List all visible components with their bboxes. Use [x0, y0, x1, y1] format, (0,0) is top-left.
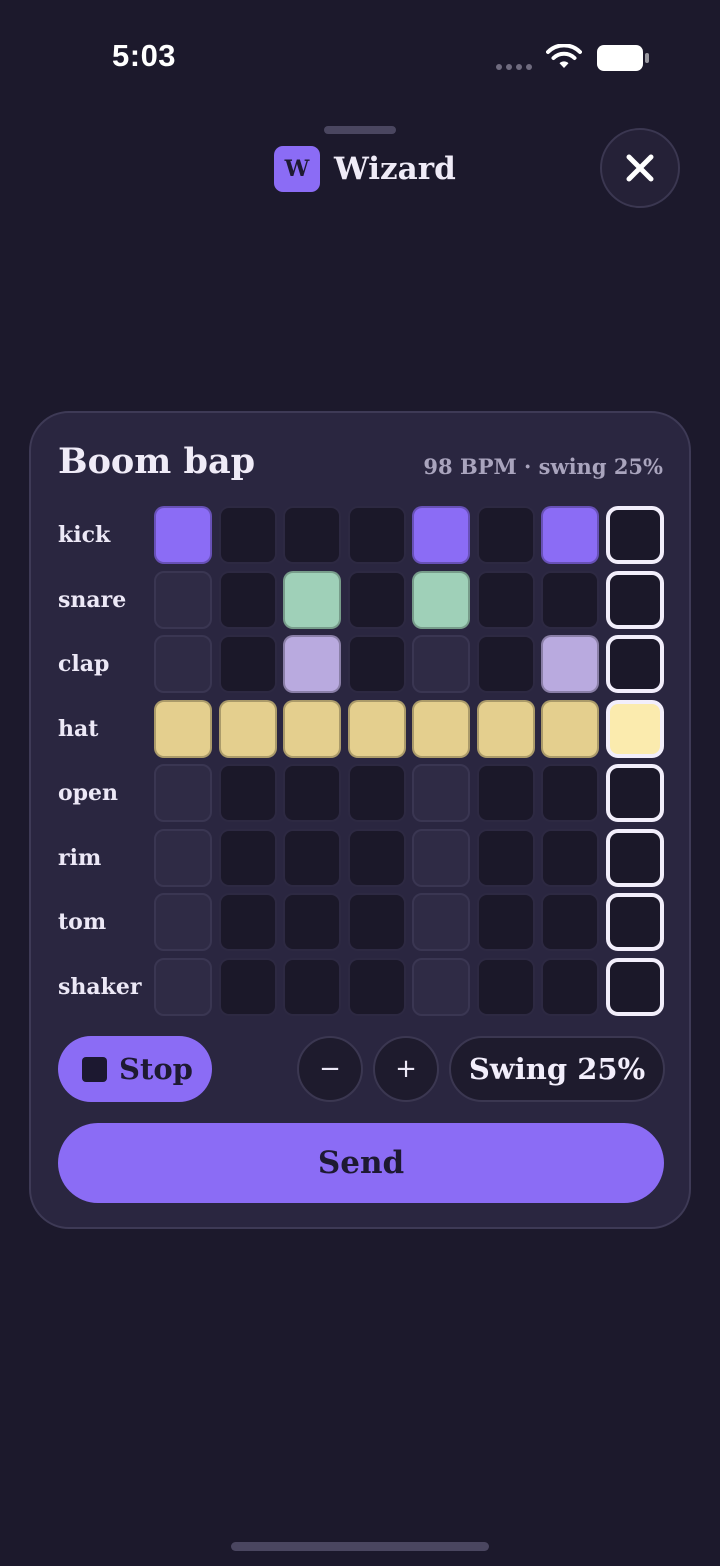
step-pad-rim-2[interactable] [218, 828, 277, 887]
sheet-grabber[interactable] [324, 126, 396, 134]
step-pad-clap-8[interactable] [605, 635, 664, 693]
step-pad-open-6[interactable] [476, 764, 535, 822]
step-pad-kick-3[interactable] [283, 506, 341, 564]
step-pad-clap-6[interactable] [476, 635, 535, 693]
sheet-header: W Wizard [274, 146, 456, 192]
step-pad-hat-2[interactable] [218, 699, 277, 758]
step-pad-rim-7[interactable] [541, 828, 599, 887]
step-pad-hat-7[interactable] [541, 699, 599, 758]
step-pad-kick-6[interactable] [476, 506, 535, 564]
step-pad-clap-2[interactable] [218, 635, 277, 693]
step-pad-hat-5[interactable] [412, 699, 470, 758]
step-pad-rim-6[interactable] [476, 828, 535, 887]
step-pad-shaker-4[interactable] [347, 957, 406, 1016]
step-pad-snare-3[interactable] [283, 570, 341, 629]
step-pad-clap-5[interactable] [412, 635, 470, 693]
step-pad-kick-2[interactable] [218, 506, 277, 564]
decrease-swing-button[interactable]: − [297, 1036, 363, 1102]
step-pad-clap-4[interactable] [347, 635, 406, 693]
step-pad-clap-1[interactable] [154, 635, 212, 693]
status-time: 5:03 [112, 38, 177, 73]
step-pad-kick-7[interactable] [541, 506, 599, 564]
step-pad-open-2[interactable] [218, 764, 277, 822]
track-label-tom: tom [58, 909, 107, 935]
step-pad-rim-3[interactable] [283, 828, 341, 887]
step-pad-tom-3[interactable] [283, 893, 341, 951]
step-pad-snare-1[interactable] [154, 570, 212, 629]
step-pad-snare-7[interactable] [541, 570, 599, 629]
stop-icon [82, 1056, 107, 1082]
stop-label: Stop [119, 1052, 193, 1086]
step-pad-rim-8[interactable] [605, 828, 664, 887]
step-sequencer-grid: kick snare clap hat open rim tom shaker [31, 413, 689, 1227]
track-label-kick: kick [58, 522, 111, 548]
step-pad-hat-3[interactable] [283, 699, 341, 758]
track-label-open: open [58, 780, 119, 806]
step-pad-shaker-6[interactable] [476, 957, 535, 1016]
step-pad-tom-7[interactable] [541, 893, 599, 951]
step-pad-kick-4[interactable] [347, 506, 406, 564]
step-pad-open-5[interactable] [412, 764, 470, 822]
step-pad-snare-8[interactable] [605, 570, 664, 629]
step-pad-snare-2[interactable] [218, 570, 277, 629]
step-pad-tom-6[interactable] [476, 893, 535, 951]
step-pad-rim-4[interactable] [347, 828, 406, 887]
step-pad-tom-2[interactable] [218, 893, 277, 951]
step-pad-open-8[interactable] [605, 764, 664, 822]
signal-dots-icon [496, 64, 532, 70]
step-pad-rim-1[interactable] [154, 828, 212, 887]
step-pad-hat-8[interactable] [605, 699, 664, 758]
step-pad-kick-1[interactable] [154, 506, 212, 564]
increase-swing-button[interactable]: + [373, 1036, 439, 1102]
step-pad-clap-3[interactable] [283, 635, 341, 693]
send-button[interactable]: Send [58, 1123, 664, 1203]
close-icon [626, 154, 654, 182]
battery-icon [597, 45, 649, 71]
step-pad-kick-8[interactable] [605, 506, 664, 564]
step-pad-tom-5[interactable] [412, 893, 470, 951]
app-title: Wizard [334, 151, 456, 187]
step-pad-rim-5[interactable] [412, 828, 470, 887]
step-pad-shaker-5[interactable] [412, 957, 470, 1016]
step-pad-hat-6[interactable] [476, 699, 535, 758]
track-label-hat: hat [58, 715, 99, 742]
beat-card: Boom bap 98 BPM · swing 25% kick snare cla… [29, 411, 691, 1229]
step-pad-snare-5[interactable] [412, 570, 470, 629]
step-pad-shaker-1[interactable] [154, 957, 212, 1016]
step-pad-tom-4[interactable] [347, 893, 406, 951]
step-pad-shaker-7[interactable] [541, 957, 599, 1016]
step-pad-snare-6[interactable] [476, 570, 535, 629]
track-label-clap: clap [58, 651, 110, 677]
step-pad-hat-1[interactable] [154, 699, 212, 758]
wifi-icon [546, 44, 582, 68]
step-pad-shaker-2[interactable] [218, 957, 277, 1016]
step-pad-shaker-8[interactable] [605, 957, 664, 1016]
step-pad-snare-4[interactable] [347, 570, 406, 629]
step-pad-tom-1[interactable] [154, 893, 212, 951]
app-badge-icon: W [274, 146, 320, 192]
step-pad-kick-5[interactable] [412, 506, 470, 564]
step-pad-hat-4[interactable] [347, 699, 406, 758]
close-button[interactable] [600, 128, 680, 208]
track-label-shaker: shaker [58, 973, 142, 1000]
home-indicator [231, 1542, 489, 1551]
step-pad-open-7[interactable] [541, 764, 599, 822]
step-pad-shaker-3[interactable] [283, 957, 341, 1016]
step-pad-open-1[interactable] [154, 764, 212, 822]
track-label-rim: rim [58, 844, 102, 871]
step-pad-open-3[interactable] [283, 764, 341, 822]
step-pad-clap-7[interactable] [541, 635, 599, 693]
step-pad-open-4[interactable] [347, 764, 406, 822]
track-label-snare: snare [58, 586, 127, 613]
stop-button[interactable]: Stop [58, 1036, 212, 1102]
step-pad-tom-8[interactable] [605, 893, 664, 951]
swing-button[interactable]: Swing 25% [449, 1036, 665, 1102]
